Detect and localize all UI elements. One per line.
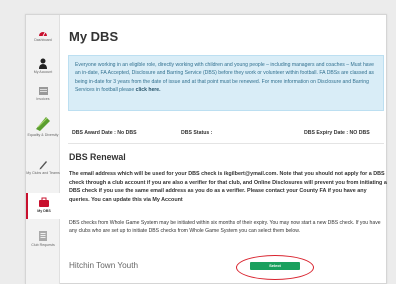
sidebar-item-label: My Account [33, 70, 53, 74]
equality-icon [36, 117, 50, 131]
main-content: My DBS Everyone working in an eligible r… [60, 15, 388, 284]
sidebar-item-my-account[interactable]: My Account [26, 58, 60, 74]
renewal-email-note: The email address which will be used for… [69, 171, 387, 203]
sidebar-item-label: Equality & Diversity [27, 133, 59, 137]
sidebar-item-label: My Clubs and Teams [26, 171, 60, 175]
sidebar-item-my-dbs[interactable]: My DBS [26, 193, 60, 219]
dbs-icon [39, 197, 49, 207]
dbs-expiry-date: DBS Expiry Date : NO DBS [304, 130, 370, 136]
sidebar-item-dashboard[interactable]: Dashboard [26, 28, 60, 42]
app-window: Dashboard My Account Invoices Equality &… [25, 14, 387, 284]
sidebar-item-label: My DBS [37, 209, 51, 213]
click-here-link[interactable]: click here. [136, 87, 161, 93]
info-text: Everyone working in an eligible role, di… [75, 62, 375, 93]
pencil-icon [39, 161, 47, 170]
sidebar-item-label: Invoices [36, 97, 50, 101]
dbs-summary: DBS Award Date : No DBS DBS Status : DBS… [68, 128, 384, 140]
sidebar-item-label: Club Requests [31, 243, 55, 247]
sidebar-item-invoices[interactable]: Invoices [26, 86, 60, 101]
dbs-info-alert: Everyone working in an eligible role, di… [68, 55, 384, 111]
requests-icon [39, 231, 47, 241]
club-name: Hitchin Town Youth [69, 261, 139, 270]
sidebar-item-club-requests[interactable]: Club Requests [26, 230, 60, 247]
renewal-info-text: DBS checks from Whole Game System may be… [69, 220, 381, 235]
sidebar-item-equality[interactable]: Equality & Diversity [26, 114, 60, 137]
dbs-renewal-heading: DBS Renewal [69, 152, 126, 162]
sidebar: Dashboard My Account Invoices Equality &… [26, 15, 60, 284]
page-title: My DBS [69, 29, 119, 44]
invoice-icon [38, 87, 48, 95]
select-club-button[interactable]: Select [250, 262, 300, 270]
sidebar-item-clubs-teams[interactable]: My Clubs and Teams [26, 159, 60, 175]
sidebar-item-label: Dashboard [34, 38, 52, 42]
divider [68, 143, 384, 144]
dbs-status: DBS Status : [181, 130, 213, 136]
person-icon [39, 58, 47, 69]
dbs-award-date: DBS Award Date : No DBS [72, 130, 137, 136]
dashboard-icon [39, 32, 47, 37]
